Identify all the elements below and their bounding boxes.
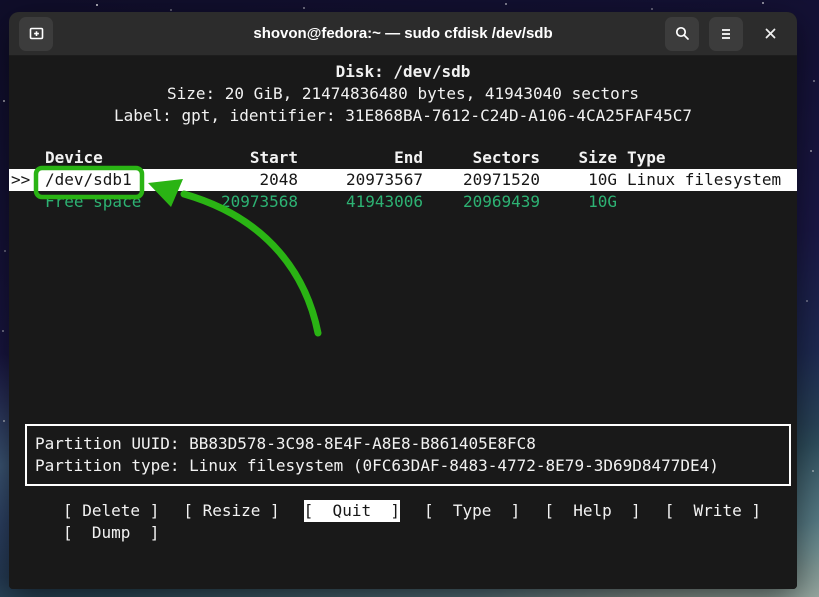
hamburger-menu-icon — [718, 27, 734, 41]
cell-end: 41943006 — [345, 192, 423, 211]
table-row-free-space[interactable]: Free space 20973568 41943006 20969439 10… — [9, 191, 797, 213]
terminal-screen: Disk: /dev/sdb Size: 20 GiB, 21474836480… — [9, 56, 797, 589]
resize-button[interactable]: [ Resize ] — [183, 500, 279, 522]
delete-button[interactable]: [ Delete ] — [63, 500, 159, 522]
dump-button[interactable]: [ Dump ] — [63, 522, 159, 544]
disk-size-line: Size: 20 GiB, 21474836480 bytes, 4194304… — [166, 84, 639, 103]
quit-button[interactable]: [ Quit ] — [303, 500, 400, 522]
selection-marker: >> — [11, 170, 31, 189]
window-title: shovon@fedora:~ — sudo cfdisk /dev/sdb — [253, 25, 553, 42]
disk-label-line: Label: gpt, identifier: 31E868BA-7612-C2… — [114, 106, 692, 125]
close-button[interactable] — [753, 17, 787, 51]
tab-new-icon — [28, 25, 45, 42]
cell-start: 2048 — [259, 170, 298, 189]
partition-table: Device Start End Sectors Size Type >> /d… — [9, 147, 797, 213]
search-icon — [674, 25, 691, 42]
close-icon — [764, 27, 777, 40]
partition-table-header: Device Start End Sectors Size Type — [9, 147, 797, 169]
cell-size: 10G — [588, 170, 617, 189]
type-button[interactable]: [ Type ] — [424, 500, 520, 522]
search-button[interactable] — [665, 16, 699, 51]
column-header-device: Device — [45, 148, 103, 167]
new-tab-button[interactable] — [19, 16, 53, 51]
partition-type-line: Partition type: Linux filesystem (0FC63D… — [35, 456, 719, 475]
cell-start: 20973568 — [220, 192, 298, 211]
menu-row-1: [ Delete ] [ Resize ] [ Quit ] [ Type ] … — [63, 500, 761, 522]
titlebar[interactable]: shovon@fedora:~ — sudo cfdisk /dev/sdb — [9, 12, 797, 56]
help-button[interactable]: [ Help ] — [544, 500, 640, 522]
menu-row-2: [ Dump ] — [63, 522, 761, 544]
partition-uuid-line: Partition UUID: BB83D578-3C98-8E4F-A8E8-… — [35, 434, 536, 453]
cell-type: Linux filesystem — [627, 170, 782, 189]
cell-device: /dev/sdb1 — [45, 170, 132, 189]
annotation-arrow-shaft — [180, 190, 322, 337]
cell-sectors: 20971520 — [462, 170, 540, 189]
cfdisk-menu: [ Delete ] [ Resize ] [ Quit ] [ Type ] … — [63, 500, 761, 544]
column-header-sectors: Sectors — [472, 148, 540, 167]
disk-title: Disk: /dev/sdb — [335, 62, 471, 81]
column-header-start: Start — [249, 148, 298, 167]
cell-sectors: 20969439 — [462, 192, 540, 211]
menu-button[interactable] — [709, 16, 743, 51]
partition-details-box: Partition UUID: BB83D578-3C98-8E4F-A8E8-… — [25, 424, 791, 486]
disk-info: Disk: /dev/sdb Size: 20 GiB, 21474836480… — [9, 56, 797, 127]
cell-end: 20973567 — [345, 170, 423, 189]
cell-device: Free space — [45, 192, 142, 211]
column-header-type: Type — [627, 148, 666, 167]
cell-size: 10G — [588, 192, 617, 211]
column-header-end: End — [394, 148, 423, 167]
column-header-size: Size — [578, 148, 617, 167]
write-button[interactable]: [ Write ] — [665, 500, 761, 522]
terminal-window: shovon@fedora:~ — sudo cfdisk /dev/sdb D… — [9, 12, 797, 589]
table-row-sdb1-selected[interactable]: >> /dev/sdb1 2048 20973567 20971520 10G … — [9, 169, 797, 191]
